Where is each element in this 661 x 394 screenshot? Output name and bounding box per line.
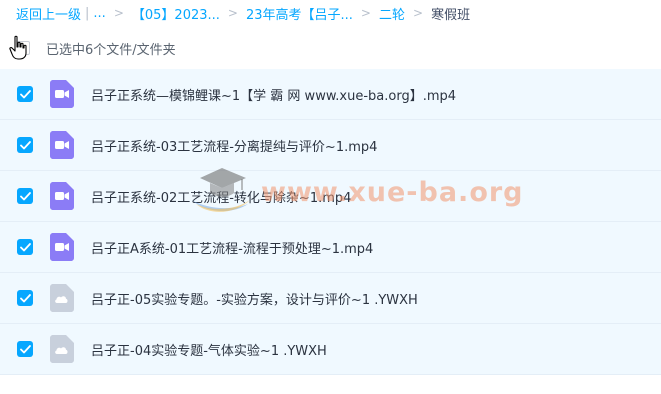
check-icon [19,344,31,353]
video-file-icon [50,131,74,159]
file-row[interactable]: 吕子正系统-03工艺流程-分离提纯与评价~1.mp4 [0,120,661,171]
hand-cursor-icon [9,35,27,60]
file-name[interactable]: 吕子正系统-02工艺流程-转化与除杂~1.mp4 [91,187,351,206]
breadcrumb-ellipsis[interactable]: ... [93,6,105,21]
breadcrumb-item[interactable]: 【05】2023... [132,4,220,23]
check-icon [19,140,31,149]
check-icon [19,191,31,200]
file-row[interactable]: 吕子正A系统-01工艺流程-流程于预处理~1.mp4 [0,222,661,273]
video-file-icon [50,80,74,108]
video-file-icon [50,233,74,261]
breadcrumb-separator: | [85,5,90,21]
unknown-file-icon [50,335,74,363]
unknown-file-icon [50,284,74,312]
file-manager: 返回上一级 | ... > 【05】2023... > 23年高考【吕子... … [0,0,661,394]
file-row[interactable]: 吕子正-04实验专题-气体实验~1 .YWXH [0,324,661,375]
row-checkbox[interactable] [17,86,33,102]
back-link[interactable]: 返回上一级 [16,4,81,23]
breadcrumb-item[interactable]: 二轮 [379,4,405,23]
chevron-right-icon: > [227,6,238,20]
check-icon [19,293,31,302]
file-row[interactable]: 吕子正系统-02工艺流程-转化与除杂~1.mp4 [0,171,661,222]
chevron-right-icon: > [413,6,424,20]
select-all-row: 已选中6个文件/文件夹 [16,38,176,58]
file-name[interactable]: 吕子正A系统-01工艺流程-流程于预处理~1.mp4 [91,238,373,257]
file-name[interactable]: 吕子正系统-03工艺流程-分离提纯与评价~1.mp4 [91,136,377,155]
breadcrumb: 返回上一级 | ... > 【05】2023... > 23年高考【吕子... … [16,4,471,23]
file-row[interactable]: 吕子正-05实验专题。-实验方案，设计与评价~1 .YWXH [0,273,661,324]
row-checkbox[interactable] [17,188,33,204]
breadcrumb-item[interactable]: 23年高考【吕子... [246,4,353,23]
row-checkbox[interactable] [17,239,33,255]
row-checkbox[interactable] [17,290,33,306]
check-icon [19,89,31,98]
check-icon [19,242,31,251]
file-name[interactable]: 吕子正-04实验专题-气体实验~1 .YWXH [91,340,327,359]
file-name[interactable]: 吕子正-05实验专题。-实验方案，设计与评价~1 .YWXH [91,289,418,308]
chevron-right-icon: > [113,6,124,20]
row-checkbox[interactable] [17,341,33,357]
row-checkbox[interactable] [17,137,33,153]
breadcrumb-current: 寒假班 [431,7,471,23]
video-file-icon [50,182,74,210]
selection-status: 已选中6个文件/文件夹 [46,42,176,58]
file-name[interactable]: 吕子正系统—模锦鲤课~1【学 霸 网 www.xue-ba.org】.mp4 [91,85,456,104]
file-row[interactable]: 吕子正系统—模锦鲤课~1【学 霸 网 www.xue-ba.org】.mp4 [0,69,661,120]
file-list: 吕子正系统—模锦鲤课~1【学 霸 网 www.xue-ba.org】.mp4 吕… [0,69,661,375]
chevron-right-icon: > [360,6,371,20]
